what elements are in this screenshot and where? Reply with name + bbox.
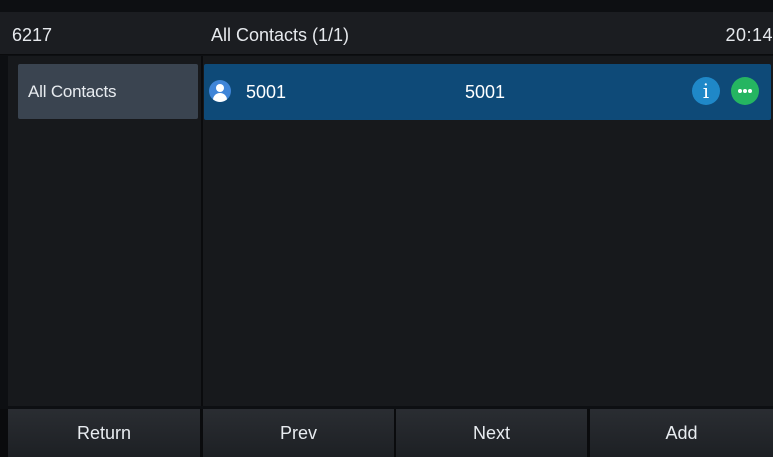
contact-list: 5001 5001 i (203, 56, 773, 406)
clock: 20:14 (725, 25, 773, 45)
info-icon[interactable]: i (692, 77, 720, 105)
return-button[interactable]: Return (8, 409, 200, 457)
person-icon (209, 80, 231, 102)
account-label: 6217 (12, 25, 53, 45)
next-button[interactable]: Next (396, 409, 587, 457)
add-button[interactable]: Add (590, 409, 773, 457)
softkey-bar: Return Prev Next Add (0, 409, 773, 457)
sidebar-item-label: All Contacts (28, 82, 117, 101)
contact-row[interactable]: 5001 5001 i (204, 64, 771, 120)
contact-name: 5001 (246, 82, 287, 102)
page-title: All Contacts (1/1) (211, 25, 350, 45)
sidebar-item-all-contacts[interactable]: All Contacts (18, 64, 198, 119)
contact-number: 5001 (465, 82, 506, 102)
more-icon[interactable] (731, 77, 759, 105)
prev-button[interactable]: Prev (203, 409, 394, 457)
group-sidebar: All Contacts (8, 56, 202, 406)
status-bar: 6217 All Contacts (1/1) 20:14 (0, 12, 773, 55)
